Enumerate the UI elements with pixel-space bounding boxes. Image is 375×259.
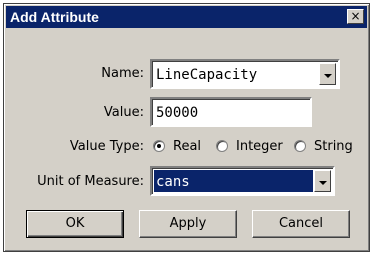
radio-integer-label: Integer [236, 139, 283, 154]
radio-string[interactable] [294, 140, 306, 152]
value-input[interactable]: 50000 [150, 97, 312, 127]
name-value: LineCapacity [156, 67, 258, 83]
unit-combobox[interactable]: cans [150, 166, 335, 196]
radio-string-label: String [314, 139, 353, 154]
radio-real[interactable] [153, 140, 165, 152]
close-icon: × [350, 9, 361, 23]
close-button[interactable]: × [347, 9, 364, 24]
unit-dropdown-button[interactable] [314, 170, 331, 192]
add-attribute-dialog: Add Attribute × Name: LineCapacity Value… [3, 3, 370, 252]
unit-label: Unit of Measure: [37, 174, 144, 189]
title-bar[interactable]: Add Attribute × [6, 6, 367, 28]
name-combobox[interactable]: LineCapacity [150, 59, 340, 89]
ok-button[interactable]: OK [26, 210, 124, 238]
cancel-button[interactable]: Cancel [252, 210, 350, 238]
dialog-title: Add Attribute [10, 9, 99, 25]
radio-integer[interactable] [216, 140, 228, 152]
unit-value: cans [156, 174, 190, 190]
chevron-down-icon [324, 74, 332, 78]
radio-selected-dot [157, 144, 161, 148]
value-label: Value: [103, 105, 144, 120]
chevron-down-icon [319, 181, 327, 185]
value-type-label: Value Type: [69, 139, 144, 154]
name-dropdown-button[interactable] [319, 63, 336, 85]
value-text: 50000 [156, 105, 199, 121]
name-label: Name: [101, 66, 144, 81]
radio-real-label: Real [173, 139, 202, 154]
apply-button[interactable]: Apply [139, 210, 237, 238]
